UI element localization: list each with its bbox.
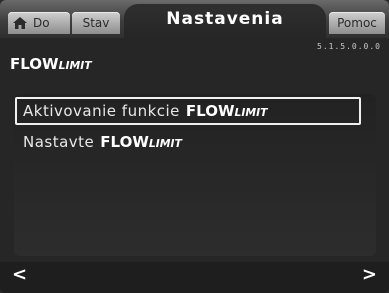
menu-item-label: Nastavte (23, 133, 95, 151)
menu-item-brand-flow: FLOW (100, 133, 149, 151)
menu-item-set-flowlimit[interactable]: Nastavte FLOWLIMIT (17, 128, 363, 156)
page-title-flow: FLOW (10, 55, 59, 73)
menu-item-brand-flow: FLOW (185, 102, 235, 120)
nav-forward-button[interactable]: > (362, 264, 377, 285)
page-title-limit: LIMIT (58, 59, 92, 72)
version-label: 5.1.5.0.0.0 (317, 42, 381, 51)
page-title: FLOWLIMIT (10, 55, 92, 73)
menu-item-label: Aktivovanie funkcie (23, 102, 180, 120)
bottom-bar (0, 262, 389, 293)
nav-back-button[interactable]: < (12, 264, 27, 285)
screen: Do Stav Nastavenia Pomoc 5.1.5.0.0.0 FLO… (0, 0, 389, 293)
menu-item-brand: FLOWLIMIT (186, 102, 268, 120)
menu-item-brand: FLOWLIMIT (100, 133, 182, 151)
tab-nastavenia-label: Nastavenia (166, 9, 284, 29)
tab-stav-label: Stav (82, 16, 110, 30)
tab-pomoc-label: Pomoc (337, 16, 377, 30)
tab-nastavenia[interactable]: Nastavenia (124, 4, 326, 38)
tab-home-label: Do (33, 16, 50, 30)
home-icon (12, 16, 28, 30)
menu-item-brand-limit: LIMIT (234, 106, 268, 119)
menu-item-brand-limit: LIMIT (148, 137, 182, 150)
tab-home[interactable]: Do (8, 12, 70, 34)
tab-stav[interactable]: Stav (72, 12, 120, 34)
menu-item-activate-flowlimit[interactable]: Aktivovanie funkcie FLOWLIMIT (15, 97, 361, 125)
tab-pomoc[interactable]: Pomoc (329, 12, 385, 34)
menu-list: Aktivovanie funkcie FLOWLIMIT Nastavte F… (14, 94, 376, 256)
